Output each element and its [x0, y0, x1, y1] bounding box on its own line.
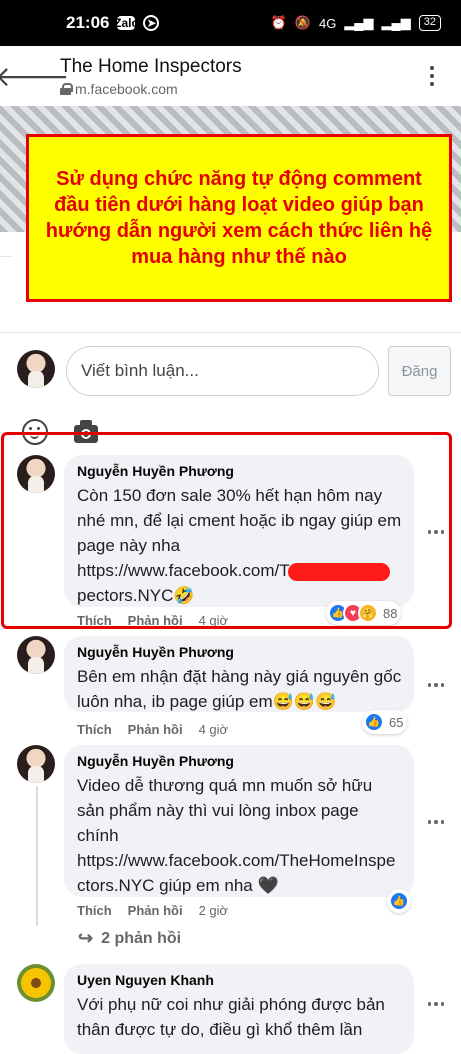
- comment-options-icon[interactable]: [428, 530, 444, 536]
- divider: [0, 332, 461, 333]
- navigation-icon: ➤: [143, 15, 160, 31]
- comment-text: Với phụ nữ coi như giải phóng được bản t…: [77, 995, 385, 1039]
- comment-text: Còn 150 đơn sale 30% hết hạn hôm nay nhé…: [77, 483, 402, 608]
- signal-icon: ▂▄▆: [344, 15, 374, 30]
- comment-text-main: Còn 150 đơn sale 30% hết hạn hôm nay nhé…: [77, 486, 402, 555]
- alarm-icon: ⏰: [270, 15, 287, 30]
- reaction-summary[interactable]: 👍: [387, 889, 411, 913]
- comment-link-end[interactable]: pectors.NYC🤣: [77, 586, 195, 605]
- url-text: m.facebook.com: [75, 80, 178, 97]
- comment-options-icon[interactable]: [428, 1002, 444, 1008]
- composer-tools: [22, 414, 98, 450]
- view-replies-link[interactable]: ↪ 2 phản hồi: [78, 928, 181, 949]
- signal-icon-2: ▂▄▆: [381, 15, 411, 30]
- reply-arrow-icon: ↪: [78, 928, 94, 948]
- reply-button[interactable]: Phản hồi: [128, 613, 183, 628]
- redaction-mark: [287, 562, 390, 581]
- reaction-count: 65: [389, 714, 404, 730]
- like-reaction-icon: 👍: [364, 712, 384, 732]
- comment-author[interactable]: Uyen Nguyen Khanh: [77, 972, 402, 988]
- status-time: 21:06: [66, 13, 110, 32]
- avatar[interactable]: [17, 455, 55, 493]
- comment-composer: Viết bình luận... Đăng: [0, 340, 461, 410]
- comment-time[interactable]: 4 giờ: [199, 613, 229, 628]
- avatar[interactable]: [17, 745, 55, 783]
- care-reaction-icon: 🤗: [358, 603, 378, 623]
- comment-time[interactable]: 4 giờ: [199, 722, 229, 737]
- divider: [0, 256, 12, 257]
- comment-options-icon[interactable]: [428, 820, 444, 826]
- comment-actions: Thích Phản hồi 4 giờ: [77, 722, 228, 737]
- comment-text: Video dễ thương quá mn muốn sở hữu sản p…: [77, 776, 396, 895]
- like-button[interactable]: Thích: [77, 613, 112, 628]
- like-button[interactable]: Thích: [77, 722, 112, 737]
- post-button[interactable]: Đăng: [388, 346, 451, 396]
- comment-time[interactable]: 2 giờ: [199, 903, 229, 918]
- annotation-banner: Sử dụng chức năng tự động comment đầu ti…: [26, 134, 452, 302]
- back-arrow-icon[interactable]: 🡐: [0, 54, 70, 98]
- comment-actions: Thích Phản hồi 4 giờ: [77, 613, 228, 628]
- comment-bubble: Uyen Nguyen Khanh Với phụ nữ coi như giả…: [64, 964, 414, 1054]
- comment-options-icon[interactable]: [428, 683, 444, 689]
- comment-actions: Thích Phản hồi 2 giờ: [77, 903, 228, 918]
- reaction-count: 88: [383, 605, 398, 621]
- comment-input[interactable]: Viết bình luận...: [66, 346, 379, 396]
- more-menu-icon[interactable]: [415, 54, 449, 98]
- reply-button[interactable]: Phản hồi: [128, 722, 183, 737]
- page-title: The Home Inspectors: [60, 55, 242, 77]
- header-titles: The Home Inspectors m.facebook.com: [60, 56, 415, 97]
- avatar[interactable]: [17, 636, 55, 674]
- lock-icon: [60, 82, 73, 95]
- comment-bubble: Nguyễn Huyền Phương Bên em nhận đặt hàng…: [64, 636, 414, 712]
- like-reaction-icon: 👍: [389, 891, 409, 911]
- comment-bubble: Nguyễn Huyền Phương Còn 150 đơn sale 30%…: [64, 455, 414, 607]
- emoji-icon[interactable]: [22, 419, 48, 445]
- comment-author[interactable]: Nguyễn Huyền Phương: [77, 463, 402, 479]
- battery-icon: 32: [418, 15, 441, 31]
- comment-text: Bên em nhận đặt hàng này giá nguyên gốc …: [77, 667, 402, 711]
- reply-button[interactable]: Phản hồi: [128, 903, 183, 918]
- reaction-summary[interactable]: 👍 ♥ 🤗 88: [326, 601, 402, 625]
- status-bar: 21:06 Zalo ➤ ⏰ 🔕 4G ▂▄▆ ▂▄▆ 32: [0, 0, 461, 46]
- comment-author[interactable]: Nguyễn Huyền Phương: [77, 644, 402, 660]
- thread-line: [36, 786, 38, 926]
- zalo-icon: Zalo: [114, 16, 139, 30]
- comment-author[interactable]: Nguyễn Huyền Phương: [77, 753, 402, 769]
- reaction-summary[interactable]: 👍 65: [362, 710, 408, 734]
- comment-link-start[interactable]: https://www.facebook.com/T: [77, 561, 290, 580]
- browser-header: 🡐 The Home Inspectors m.facebook.com: [0, 46, 461, 106]
- replies-count: 2 phản hồi: [101, 929, 182, 947]
- signal-label: 4G: [318, 15, 337, 31]
- avatar: [17, 350, 55, 388]
- comment-bubble: Nguyễn Huyền Phương Video dễ thương quá …: [64, 745, 414, 897]
- mute-icon: 🔕: [294, 15, 311, 30]
- page-url: m.facebook.com: [60, 81, 415, 97]
- like-button[interactable]: Thích: [77, 903, 112, 918]
- avatar[interactable]: [17, 964, 55, 1002]
- camera-icon[interactable]: [74, 420, 98, 443]
